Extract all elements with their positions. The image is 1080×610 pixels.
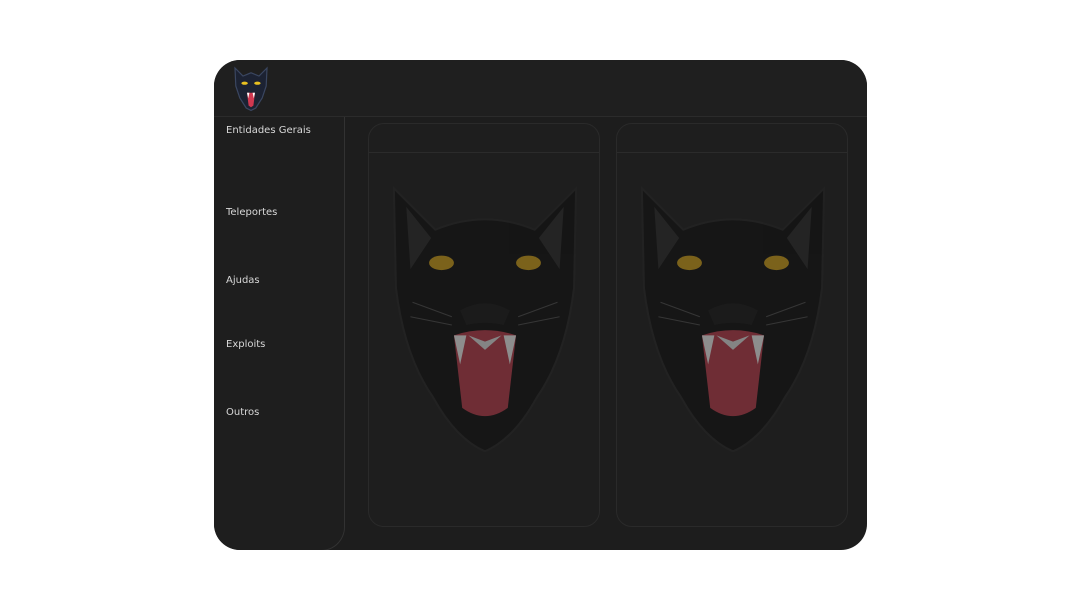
panel-header [617,124,847,153]
sidebar-item-outros[interactable]: Outros [226,407,259,418]
app-window: Entidades Gerais Teleportes Ajudas Explo… [214,60,867,550]
panel-header [369,124,599,153]
sidebar-item-entidades-gerais[interactable]: Entidades Gerais [226,125,311,136]
panther-logo-icon [234,66,268,112]
sidebar-item-exploits[interactable]: Exploits [226,339,265,350]
content-panel-left [368,123,600,527]
sidebar-item-teleportes[interactable]: Teleportes [226,207,277,218]
panther-head-icon [640,185,826,453]
content-panel-right [616,123,848,527]
sidebar-item-ajudas[interactable]: Ajudas [226,275,260,286]
panther-head-icon [392,185,578,453]
sidebar: Entidades Gerais Teleportes Ajudas Explo… [214,117,345,550]
top-bar [214,60,867,117]
